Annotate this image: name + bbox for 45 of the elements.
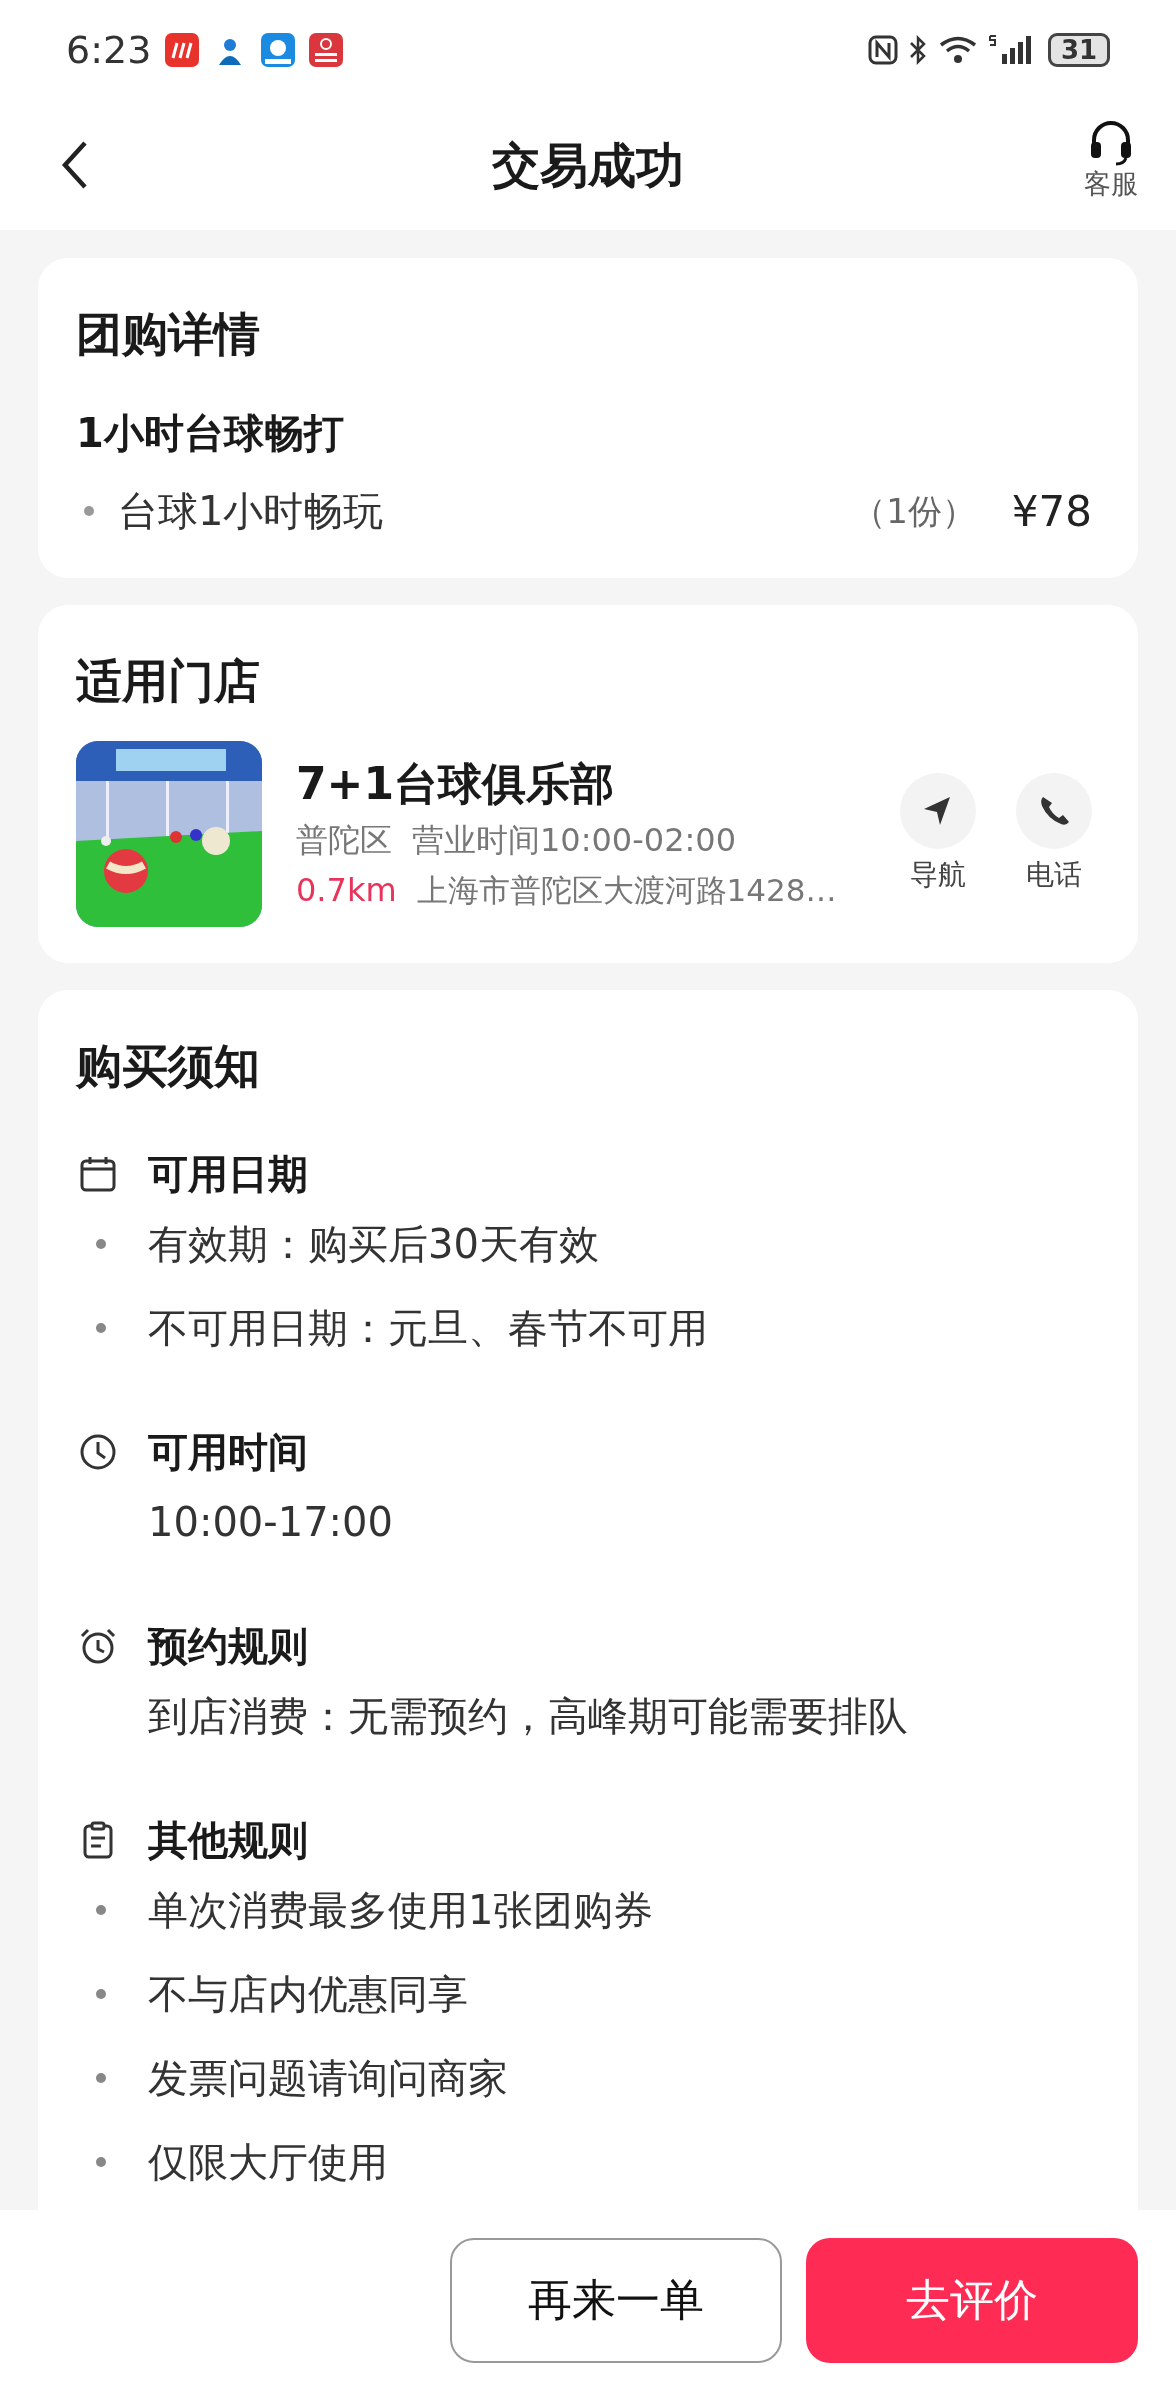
store-district: 普陀区 — [296, 820, 392, 861]
rule-text: 到店消费：无需预约，高峰期可能需要排队 — [148, 1692, 908, 1741]
store-address: 上海市普陀区大渡河路1428… — [416, 871, 837, 910]
cellular-signal-icon — [988, 34, 1032, 66]
bluetooth-icon — [908, 35, 928, 65]
rule-heading: 可用时间 — [148, 1428, 308, 1477]
item-name: 台球1小时畅玩 — [118, 487, 385, 536]
phone-icon — [1016, 773, 1092, 849]
rule-text: 不与店内优惠同享 — [148, 1970, 468, 2019]
business-hours: 营业时间10:00-02:00 — [412, 820, 736, 861]
store-name: 7+1台球俱乐部 — [296, 757, 616, 811]
rule-text: 单次消费最多使用1张团购券 — [148, 1886, 654, 1935]
rule-text: 10:00-17:00 — [148, 1498, 393, 1547]
rule-heading: 可用日期 — [148, 1150, 308, 1199]
alarm-clock-icon — [78, 1626, 118, 1666]
nfc-icon — [868, 35, 898, 65]
navigation-button[interactable]: 导航 — [900, 773, 976, 895]
customer-service-button[interactable]: 客服 — [1084, 116, 1138, 202]
rule-text: 发票问题请询问商家 — [148, 2054, 508, 2103]
battery-level: 31 — [1048, 33, 1110, 67]
package-name: 1小时台球畅打 — [76, 409, 345, 458]
review-button[interactable]: 去评价 — [806, 2237, 1138, 2363]
store-distance: 0.7km — [296, 870, 397, 911]
page-title: 交易成功 — [492, 136, 684, 195]
rule-text: 仅限大厅使用 — [148, 2138, 388, 2187]
rule-text: 不可用日期：元旦、春节不可用 — [148, 1304, 708, 1353]
clock-icon — [78, 1432, 118, 1472]
back-icon — [60, 140, 90, 190]
wifi-icon — [938, 35, 978, 65]
rule-heading: 其他规则 — [148, 1816, 308, 1865]
item-quantity: （1份） — [852, 489, 976, 533]
section-heading: 团购详情 — [76, 306, 261, 363]
app-notification-icon — [165, 33, 200, 67]
rule-heading: 预约规则 — [148, 1622, 308, 1671]
reorder-button[interactable]: 再来一单 — [450, 2237, 782, 2363]
app-notification-icon — [261, 33, 296, 67]
bullet-icon — [84, 506, 94, 516]
phone-button[interactable]: 电话 — [1016, 773, 1092, 895]
item-price: ¥78 — [1011, 485, 1092, 538]
calendar-icon — [78, 1154, 118, 1194]
section-heading: 适用门店 — [76, 653, 261, 710]
section-heading: 购买须知 — [76, 1038, 261, 1095]
status-time: 6:23 — [66, 26, 152, 74]
app-notification-icon — [309, 33, 344, 67]
rule-text: 有效期：购买后30天有效 — [148, 1220, 599, 1269]
